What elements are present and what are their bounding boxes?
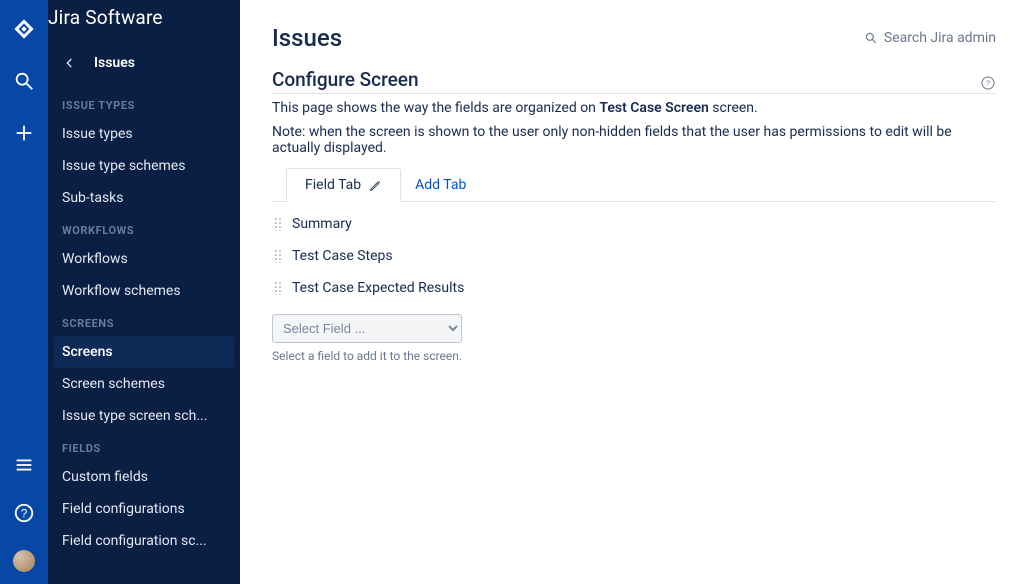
nav-field-configurations[interactable]: Field configurations: [48, 493, 240, 525]
sidebar-back[interactable]: Issues: [48, 45, 240, 89]
svg-text:?: ?: [21, 507, 28, 521]
nav-issue-types[interactable]: Issue types: [48, 118, 240, 150]
jira-logo-icon[interactable]: [13, 18, 35, 44]
screen-description: This page shows the way the fields are o…: [272, 100, 996, 116]
search-icon[interactable]: [13, 70, 35, 96]
search-admin-label: Search Jira admin: [884, 30, 996, 46]
add-tab-link[interactable]: Add Tab: [415, 177, 466, 193]
plus-icon[interactable]: [13, 122, 35, 148]
drag-handle-icon[interactable]: [274, 217, 282, 231]
sidebar-back-label: Issues: [94, 55, 135, 71]
nav-screens[interactable]: Screens: [54, 336, 234, 368]
global-nav-rail: ?: [0, 0, 48, 584]
nav-issue-type-schemes[interactable]: Issue type schemes: [48, 150, 240, 182]
screen-note: Note: when the screen is shown to the us…: [272, 124, 996, 156]
drag-handle-icon[interactable]: [274, 249, 282, 263]
nav-workflows[interactable]: Workflows: [48, 243, 240, 275]
add-field-select-wrap: Select Field ... Select a field to add i…: [272, 314, 996, 363]
back-arrow-icon: [62, 55, 78, 71]
svg-text:?: ?: [986, 79, 990, 88]
avatar[interactable]: [13, 550, 35, 572]
search-icon: [864, 31, 878, 45]
nav-custom-fields[interactable]: Custom fields: [48, 461, 240, 493]
admin-sidebar: Jira Software Issues ISSUE TYPES Issue t…: [48, 0, 240, 584]
section-screens: SCREENS: [48, 307, 240, 336]
section-fields: FIELDS: [48, 432, 240, 461]
nav-screen-schemes[interactable]: Screen schemes: [48, 368, 240, 400]
section-subtitle: Configure Screen: [272, 68, 419, 91]
app-brand: Jira Software: [48, 0, 240, 45]
menu-icon[interactable]: [13, 454, 35, 480]
section-issue-types: ISSUE TYPES: [48, 89, 240, 118]
nav-workflow-schemes[interactable]: Workflow schemes: [48, 275, 240, 307]
field-row[interactable]: Summary: [272, 208, 996, 240]
help-icon[interactable]: ?: [980, 75, 996, 91]
field-list: Summary Test Case Steps Test Case Expect…: [272, 208, 996, 304]
tab-label: Field Tab: [305, 177, 361, 193]
field-row[interactable]: Test Case Steps: [272, 240, 996, 272]
nav-field-configuration-schemes[interactable]: Field configuration sc...: [48, 525, 240, 557]
nav-sub-tasks[interactable]: Sub-tasks: [48, 182, 240, 214]
search-jira-admin[interactable]: Search Jira admin: [864, 30, 996, 46]
edit-tab-icon[interactable]: [369, 179, 382, 192]
help-icon[interactable]: ?: [13, 502, 35, 528]
add-field-hint: Select a field to add it to the screen.: [272, 349, 996, 363]
field-name: Test Case Expected Results: [292, 280, 464, 296]
sidebar-scroll[interactable]: Issues ISSUE TYPES Issue types Issue typ…: [48, 45, 240, 584]
field-row[interactable]: Test Case Expected Results: [272, 272, 996, 304]
main-content: Issues Search Jira admin Configure Scree…: [240, 0, 1024, 584]
drag-handle-icon[interactable]: [274, 281, 282, 295]
add-field-select[interactable]: Select Field ...: [272, 314, 462, 343]
page-title: Issues: [272, 24, 342, 52]
section-workflows: WORKFLOWS: [48, 214, 240, 243]
nav-issue-type-screen-schemes[interactable]: Issue type screen sch...: [48, 400, 240, 432]
tabs-bar: Field Tab Add Tab: [272, 168, 996, 202]
field-tab[interactable]: Field Tab: [286, 168, 401, 202]
field-name: Summary: [292, 216, 352, 232]
field-name: Test Case Steps: [292, 248, 393, 264]
